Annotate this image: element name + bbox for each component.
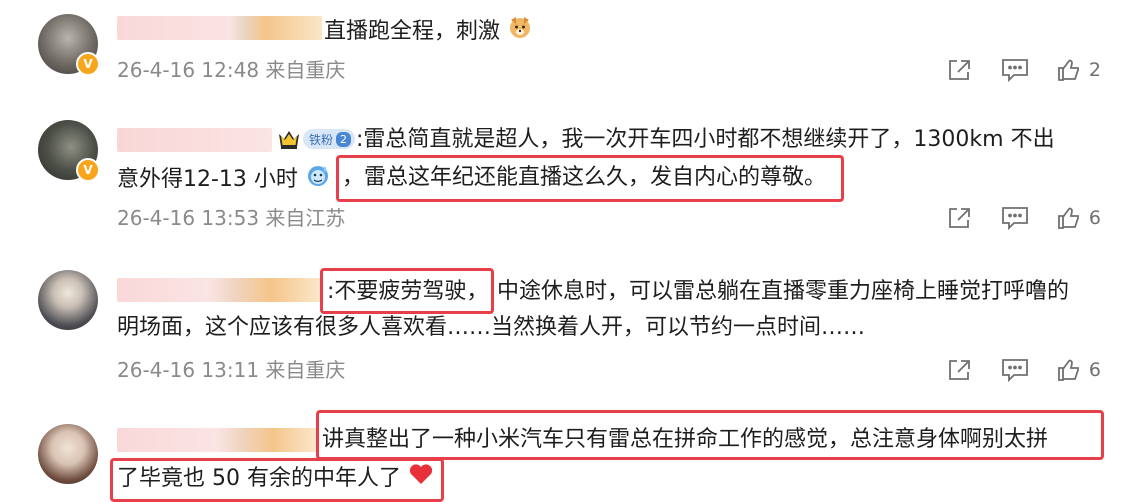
avatar[interactable] [38, 270, 98, 330]
sweat-face-icon [305, 162, 331, 198]
reply-button[interactable] [1001, 206, 1029, 230]
like-count: 2 [1088, 59, 1101, 81]
comment-date: 26-4-16 13:11 [117, 358, 260, 382]
comment-location: 来自江苏 [265, 206, 346, 230]
comment-text: 中途休息时，可以雷总躺在直播零重力座椅上睡觉打呼噜的 [497, 279, 1070, 304]
like-count: 6 [1088, 359, 1101, 381]
reply-button[interactable] [1001, 58, 1029, 82]
comment-text: 直播跑全程，刺激 [324, 14, 533, 50]
comment-text-highlighted: 讲真整出了一种小米汽车只有雷总在拼命工作的感觉，总注意身体啊别太拼 [322, 427, 1049, 452]
avatar[interactable]: V [38, 120, 100, 182]
comment-icon [1002, 359, 1028, 382]
comment-meta: 26-4-16 13:11 来自重庆 [117, 356, 345, 384]
comment-meta: 26-4-16 13:53 来自江苏 [117, 204, 345, 232]
comment-actions: 2 [919, 56, 1101, 84]
avatar[interactable] [38, 424, 98, 484]
username-masked[interactable] [117, 128, 272, 152]
comment-meta: 26-4-16 12:48 来自重庆 [117, 56, 345, 84]
thumbs-up-icon [1058, 59, 1079, 81]
share-button[interactable] [947, 358, 973, 382]
share-button[interactable] [947, 58, 973, 82]
username-masked[interactable] [117, 428, 317, 452]
like-button[interactable]: 2 [1057, 58, 1101, 82]
comment-text: 意外得12-13 小时 [117, 162, 331, 198]
comment-date: 26-4-16 13:53 [117, 206, 260, 230]
comment-text: :雷总简直就是超人，我一次开车四小时都不想继续开了，1300km 不出 [356, 127, 1055, 152]
comment-actions: 6 [919, 356, 1101, 384]
user-badges: 铁粉 2 [277, 128, 356, 150]
like-button[interactable]: 6 [1057, 358, 1101, 382]
comment-item: V 铁粉 2 :雷总简直就是超人，我一次开车四小时都不想继续开了，1300km … [0, 110, 1129, 260]
fan-badge[interactable]: 铁粉 2 [303, 129, 356, 149]
share-icon [949, 208, 970, 228]
comment-text: 明场面，这个应该有很多人喜欢看……当然换着人开，可以节约一点时间…… [117, 315, 866, 340]
username-masked[interactable] [117, 278, 322, 302]
red-heart-icon [408, 462, 434, 496]
crown-icon [279, 131, 299, 149]
like-button[interactable]: 6 [1057, 206, 1101, 230]
comment-date: 26-4-16 12:48 [117, 58, 260, 82]
comment-item: :不要疲劳驾驶， 中途休息时，可以雷总躺在直播零重力座椅上睡觉打呼噜的 明场面，… [0, 260, 1129, 410]
thumbs-up-icon [1058, 359, 1079, 381]
username-masked[interactable] [117, 16, 322, 40]
thumbs-up-icon [1058, 207, 1079, 229]
verified-badge-icon: V [76, 158, 100, 182]
comment-text-highlighted: 了毕竟也 50 有余的中年人了 [117, 462, 434, 496]
share-icon [949, 60, 970, 80]
like-count: 6 [1088, 207, 1101, 229]
avatar[interactable]: V [38, 14, 100, 76]
share-icon [949, 360, 970, 380]
share-button[interactable] [947, 206, 973, 230]
comment-icon [1002, 59, 1028, 82]
comment-icon [1002, 207, 1028, 230]
comment-item: V 直播跑全程，刺激 26-4-16 12:48 来自重庆 2 [0, 0, 1129, 110]
verified-badge-icon: V [76, 52, 100, 76]
dog-face-icon [507, 14, 533, 50]
comment-text-highlighted: ，雷总这年纪还能直播这么久，发自内心的尊敬。 [342, 165, 827, 190]
comment-location: 来自重庆 [265, 358, 346, 382]
comment-text-highlighted: :不要疲劳驾驶， [327, 279, 489, 304]
comment-item: 讲真整出了一种小米汽车只有雷总在拼命工作的感觉，总注意身体啊别太拼 了毕竟也 5… [0, 410, 1129, 502]
reply-button[interactable] [1001, 358, 1029, 382]
comment-actions: 6 [919, 204, 1101, 232]
comment-location: 来自重庆 [265, 58, 346, 82]
